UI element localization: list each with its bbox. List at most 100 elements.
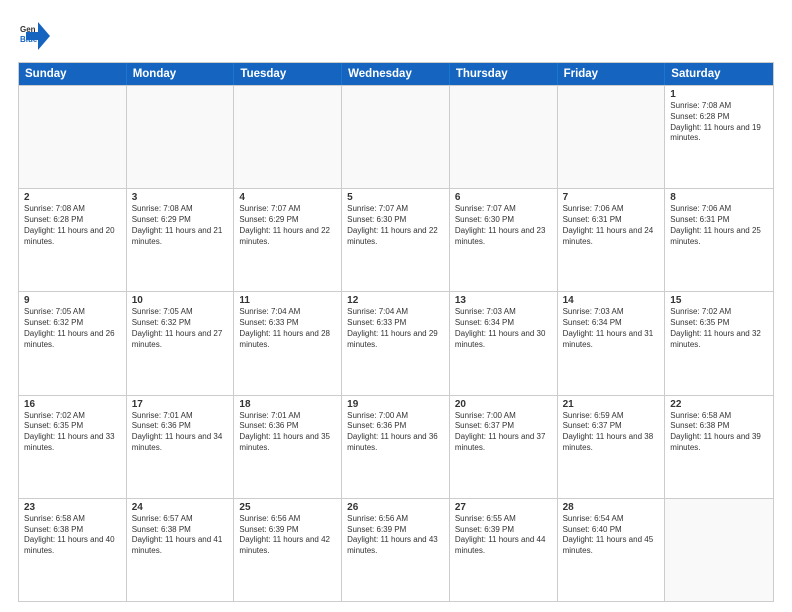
weekday-header-thursday: Thursday: [450, 63, 558, 85]
day-info: Sunrise: 7:01 AM Sunset: 6:36 PM Dayligh…: [239, 411, 336, 454]
day-info: Sunrise: 7:07 AM Sunset: 6:30 PM Dayligh…: [347, 204, 444, 247]
logo-icon: Gen Blue: [18, 18, 54, 54]
day-cell-20: 20Sunrise: 7:00 AM Sunset: 6:37 PM Dayli…: [450, 396, 558, 498]
day-cell-13: 13Sunrise: 7:03 AM Sunset: 6:34 PM Dayli…: [450, 292, 558, 394]
day-cell-21: 21Sunrise: 6:59 AM Sunset: 6:37 PM Dayli…: [558, 396, 666, 498]
empty-cell: [558, 86, 666, 188]
empty-cell: [450, 86, 558, 188]
day-cell-16: 16Sunrise: 7:02 AM Sunset: 6:35 PM Dayli…: [19, 396, 127, 498]
day-info: Sunrise: 7:08 AM Sunset: 6:29 PM Dayligh…: [132, 204, 229, 247]
empty-cell: [19, 86, 127, 188]
day-cell-11: 11Sunrise: 7:04 AM Sunset: 6:33 PM Dayli…: [234, 292, 342, 394]
week-row-5: 23Sunrise: 6:58 AM Sunset: 6:38 PM Dayli…: [19, 498, 773, 601]
week-row-1: 1Sunrise: 7:08 AM Sunset: 6:28 PM Daylig…: [19, 85, 773, 188]
day-cell-5: 5Sunrise: 7:07 AM Sunset: 6:30 PM Daylig…: [342, 189, 450, 291]
week-row-2: 2Sunrise: 7:08 AM Sunset: 6:28 PM Daylig…: [19, 188, 773, 291]
day-info: Sunrise: 6:56 AM Sunset: 6:39 PM Dayligh…: [239, 514, 336, 557]
day-number: 9: [24, 295, 121, 306]
day-number: 14: [563, 295, 660, 306]
day-info: Sunrise: 7:08 AM Sunset: 6:28 PM Dayligh…: [670, 101, 768, 144]
day-cell-27: 27Sunrise: 6:55 AM Sunset: 6:39 PM Dayli…: [450, 499, 558, 601]
day-number: 10: [132, 295, 229, 306]
day-info: Sunrise: 7:04 AM Sunset: 6:33 PM Dayligh…: [239, 307, 336, 350]
day-number: 4: [239, 192, 336, 203]
day-info: Sunrise: 7:01 AM Sunset: 6:36 PM Dayligh…: [132, 411, 229, 454]
day-info: Sunrise: 7:07 AM Sunset: 6:30 PM Dayligh…: [455, 204, 552, 247]
day-number: 22: [670, 399, 768, 410]
day-cell-19: 19Sunrise: 7:00 AM Sunset: 6:36 PM Dayli…: [342, 396, 450, 498]
day-cell-22: 22Sunrise: 6:58 AM Sunset: 6:38 PM Dayli…: [665, 396, 773, 498]
day-cell-8: 8Sunrise: 7:06 AM Sunset: 6:31 PM Daylig…: [665, 189, 773, 291]
day-number: 6: [455, 192, 552, 203]
day-info: Sunrise: 6:57 AM Sunset: 6:38 PM Dayligh…: [132, 514, 229, 557]
day-number: 24: [132, 502, 229, 513]
day-cell-18: 18Sunrise: 7:01 AM Sunset: 6:36 PM Dayli…: [234, 396, 342, 498]
day-info: Sunrise: 6:58 AM Sunset: 6:38 PM Dayligh…: [24, 514, 121, 557]
day-cell-24: 24Sunrise: 6:57 AM Sunset: 6:38 PM Dayli…: [127, 499, 235, 601]
day-cell-9: 9Sunrise: 7:05 AM Sunset: 6:32 PM Daylig…: [19, 292, 127, 394]
day-info: Sunrise: 7:02 AM Sunset: 6:35 PM Dayligh…: [670, 307, 768, 350]
day-info: Sunrise: 7:05 AM Sunset: 6:32 PM Dayligh…: [132, 307, 229, 350]
day-number: 19: [347, 399, 444, 410]
day-number: 28: [563, 502, 660, 513]
day-info: Sunrise: 7:02 AM Sunset: 6:35 PM Dayligh…: [24, 411, 121, 454]
day-cell-17: 17Sunrise: 7:01 AM Sunset: 6:36 PM Dayli…: [127, 396, 235, 498]
day-number: 2: [24, 192, 121, 203]
empty-cell: [234, 86, 342, 188]
day-cell-4: 4Sunrise: 7:07 AM Sunset: 6:29 PM Daylig…: [234, 189, 342, 291]
week-row-3: 9Sunrise: 7:05 AM Sunset: 6:32 PM Daylig…: [19, 291, 773, 394]
day-info: Sunrise: 7:06 AM Sunset: 6:31 PM Dayligh…: [670, 204, 768, 247]
day-info: Sunrise: 7:04 AM Sunset: 6:33 PM Dayligh…: [347, 307, 444, 350]
day-cell-10: 10Sunrise: 7:05 AM Sunset: 6:32 PM Dayli…: [127, 292, 235, 394]
day-number: 1: [670, 89, 768, 100]
day-number: 16: [24, 399, 121, 410]
day-number: 15: [670, 295, 768, 306]
weekday-header-friday: Friday: [558, 63, 666, 85]
logo: Gen Blue: [18, 18, 54, 54]
day-number: 20: [455, 399, 552, 410]
day-cell-28: 28Sunrise: 6:54 AM Sunset: 6:40 PM Dayli…: [558, 499, 666, 601]
day-info: Sunrise: 6:56 AM Sunset: 6:39 PM Dayligh…: [347, 514, 444, 557]
day-number: 21: [563, 399, 660, 410]
day-cell-1: 1Sunrise: 7:08 AM Sunset: 6:28 PM Daylig…: [665, 86, 773, 188]
weekday-header-sunday: Sunday: [19, 63, 127, 85]
svg-text:Gen: Gen: [20, 25, 36, 34]
day-number: 23: [24, 502, 121, 513]
weekday-header-tuesday: Tuesday: [234, 63, 342, 85]
calendar-header: SundayMondayTuesdayWednesdayThursdayFrid…: [19, 63, 773, 85]
empty-cell: [127, 86, 235, 188]
day-number: 13: [455, 295, 552, 306]
day-info: Sunrise: 6:54 AM Sunset: 6:40 PM Dayligh…: [563, 514, 660, 557]
day-number: 3: [132, 192, 229, 203]
svg-text:Blue: Blue: [20, 35, 38, 44]
weekday-header-saturday: Saturday: [665, 63, 773, 85]
header: Gen Blue: [18, 18, 774, 54]
day-cell-25: 25Sunrise: 6:56 AM Sunset: 6:39 PM Dayli…: [234, 499, 342, 601]
day-info: Sunrise: 6:55 AM Sunset: 6:39 PM Dayligh…: [455, 514, 552, 557]
day-number: 27: [455, 502, 552, 513]
day-number: 26: [347, 502, 444, 513]
empty-cell: [342, 86, 450, 188]
calendar: SundayMondayTuesdayWednesdayThursdayFrid…: [18, 62, 774, 602]
day-info: Sunrise: 6:59 AM Sunset: 6:37 PM Dayligh…: [563, 411, 660, 454]
day-info: Sunrise: 7:08 AM Sunset: 6:28 PM Dayligh…: [24, 204, 121, 247]
day-info: Sunrise: 7:03 AM Sunset: 6:34 PM Dayligh…: [563, 307, 660, 350]
week-row-4: 16Sunrise: 7:02 AM Sunset: 6:35 PM Dayli…: [19, 395, 773, 498]
day-cell-26: 26Sunrise: 6:56 AM Sunset: 6:39 PM Dayli…: [342, 499, 450, 601]
day-info: Sunrise: 7:00 AM Sunset: 6:37 PM Dayligh…: [455, 411, 552, 454]
day-info: Sunrise: 7:07 AM Sunset: 6:29 PM Dayligh…: [239, 204, 336, 247]
weekday-header-wednesday: Wednesday: [342, 63, 450, 85]
day-number: 12: [347, 295, 444, 306]
day-cell-2: 2Sunrise: 7:08 AM Sunset: 6:28 PM Daylig…: [19, 189, 127, 291]
day-number: 5: [347, 192, 444, 203]
day-cell-14: 14Sunrise: 7:03 AM Sunset: 6:34 PM Dayli…: [558, 292, 666, 394]
day-number: 11: [239, 295, 336, 306]
day-number: 17: [132, 399, 229, 410]
day-info: Sunrise: 7:05 AM Sunset: 6:32 PM Dayligh…: [24, 307, 121, 350]
day-number: 8: [670, 192, 768, 203]
weekday-header-monday: Monday: [127, 63, 235, 85]
day-cell-12: 12Sunrise: 7:04 AM Sunset: 6:33 PM Dayli…: [342, 292, 450, 394]
day-number: 7: [563, 192, 660, 203]
day-cell-6: 6Sunrise: 7:07 AM Sunset: 6:30 PM Daylig…: [450, 189, 558, 291]
calendar-body: 1Sunrise: 7:08 AM Sunset: 6:28 PM Daylig…: [19, 85, 773, 601]
